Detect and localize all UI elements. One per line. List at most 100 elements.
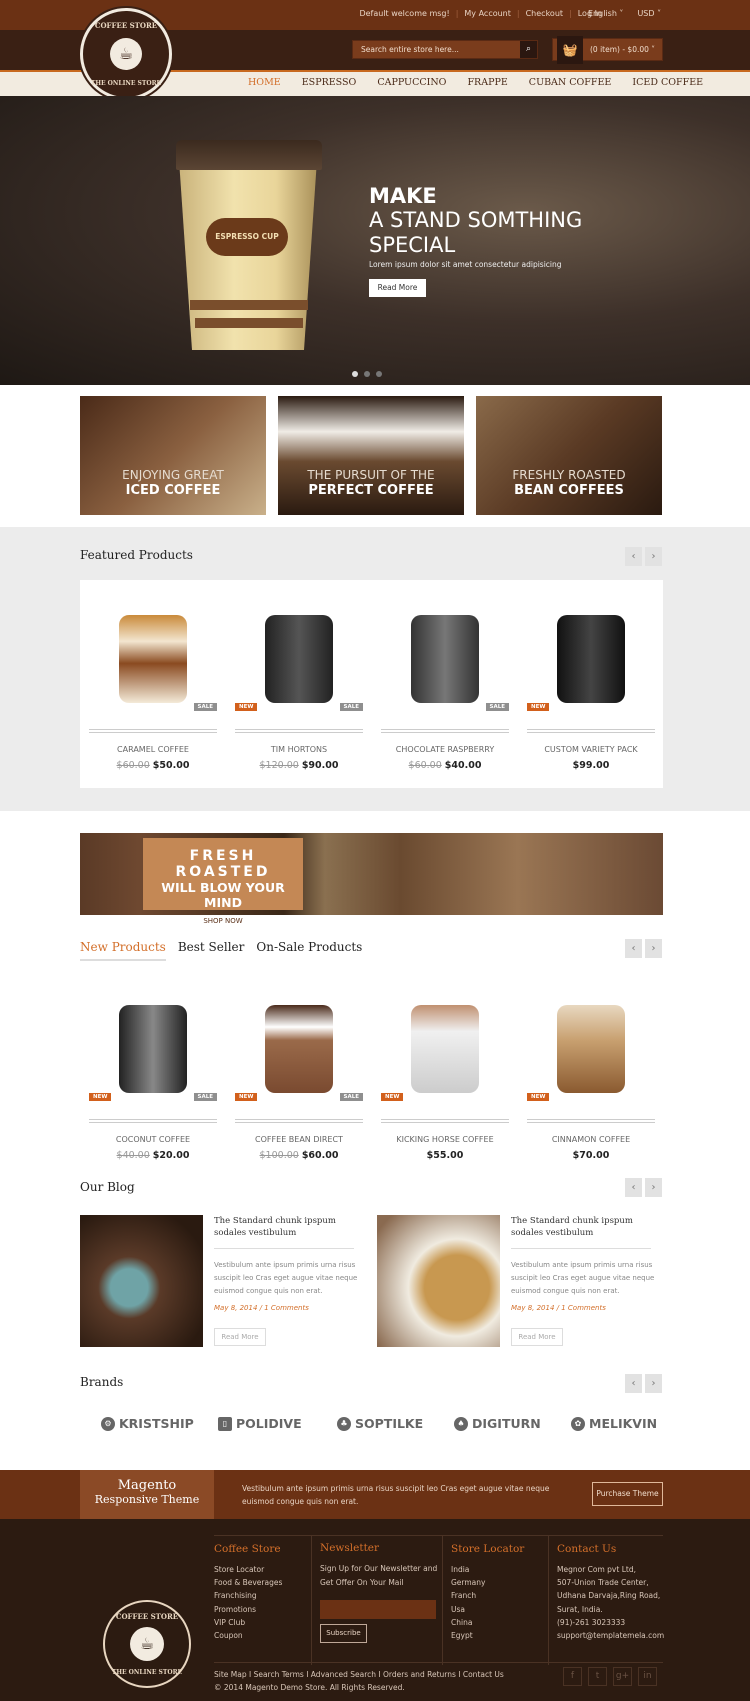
product-name[interactable]: COCONUT COFFEE <box>89 1135 217 1144</box>
prev-arrow-icon[interactable]: ‹ <box>625 1178 642 1197</box>
slide-dot[interactable] <box>352 371 358 377</box>
product-image[interactable]: SALE <box>381 595 509 715</box>
brand-kristship[interactable]: ⚙ KRISTSHIP <box>101 1416 194 1431</box>
blog-post-title[interactable]: The Standard chunk ipspum sodales vestib… <box>214 1215 354 1239</box>
promo-bean-coffees[interactable]: FRESHLY ROASTED BEAN COFFEES <box>476 396 662 515</box>
read-more-button[interactable]: Read More <box>511 1328 563 1346</box>
linkedin-icon[interactable]: in <box>638 1667 657 1686</box>
product-item[interactable]: NEW CINNAMON COFFEE $70.00 <box>527 985 655 1161</box>
footer-link[interactable]: Promotions <box>214 1603 282 1616</box>
prev-arrow-icon[interactable]: ‹ <box>625 547 642 566</box>
product-name[interactable]: TIM HORTONS <box>235 745 363 754</box>
logo-text: COFFEE STORE <box>115 1612 179 1621</box>
nav-cappuccino[interactable]: CAPPUCCINO <box>377 77 446 88</box>
subscribe-button[interactable]: Subscribe <box>320 1624 367 1643</box>
brand-melikvin[interactable]: ✿ MELIKVIN <box>571 1416 657 1431</box>
blog-date[interactable]: May 8, 2014 / 1 Comments <box>214 1304 309 1312</box>
product-item[interactable]: NEW SALE COCONUT COFFEE $40.00 $20.00 <box>89 985 217 1161</box>
currency-select[interactable]: USD ˅ <box>637 9 661 18</box>
nav-espresso[interactable]: ESPRESSO <box>302 77 357 88</box>
nav-cuban-coffee[interactable]: CUBAN COFFEE <box>529 77 612 88</box>
product-image[interactable]: NEW SALE <box>235 985 363 1105</box>
promo-perfect-coffee[interactable]: THE PURSUIT OF THE PERFECT COFFEE <box>278 396 464 515</box>
footer-link[interactable]: Store Locator <box>214 1563 282 1576</box>
blog-date[interactable]: May 8, 2014 / 1 Comments <box>511 1304 606 1312</box>
product-image[interactable]: NEW <box>527 985 655 1105</box>
prev-arrow-icon[interactable]: ‹ <box>625 939 642 958</box>
blog-image[interactable] <box>80 1215 203 1347</box>
read-more-button[interactable]: Read More <box>214 1328 266 1346</box>
footer-link[interactable]: Usa <box>451 1603 524 1616</box>
footer-link: Megnor Com pvt Ltd, <box>557 1565 636 1574</box>
slide-dot[interactable] <box>376 371 382 377</box>
new-badge: NEW <box>89 1093 112 1101</box>
promo-iced-coffee[interactable]: ENJOYING GREAT ICED COFFEE <box>80 396 266 515</box>
tab-on-sale-products[interactable]: On-Sale Products <box>256 940 362 961</box>
footer-link[interactable]: Franch <box>451 1589 524 1602</box>
language-select[interactable]: English ˅ <box>588 9 623 18</box>
facebook-icon[interactable]: f <box>563 1667 582 1686</box>
logo[interactable]: COFFEE STORE ☕ THE ONLINE STORE <box>80 8 172 100</box>
next-arrow-icon[interactable]: › <box>645 547 662 566</box>
blog-image[interactable] <box>377 1215 500 1347</box>
product-item[interactable]: SALE CHOCOLATE RASPBERRY $60.00 $40.00 <box>381 595 509 771</box>
product-item[interactable]: SALE CARAMEL COFFEE $60.00 $50.00 <box>89 595 217 771</box>
brand-name: POLIDIVE <box>236 1416 302 1431</box>
brand-polidive[interactable]: ▯ POLIDIVE <box>218 1416 302 1431</box>
divider <box>214 1248 354 1249</box>
next-arrow-icon[interactable]: › <box>645 939 662 958</box>
product-image[interactable]: SALE <box>89 595 217 715</box>
product-image[interactable]: NEW <box>527 595 655 715</box>
nav-iced-coffee[interactable]: ICED COFFEE <box>632 77 703 88</box>
checkout-link[interactable]: Checkout <box>526 9 563 18</box>
product-item[interactable]: NEW KICKING HORSE COFFEE $55.00 <box>381 985 509 1161</box>
product-item[interactable]: NEW CUSTOM VARIETY PACK $99.00 <box>527 595 655 771</box>
footer-link[interactable]: China <box>451 1616 524 1629</box>
tab-best-seller[interactable]: Best Seller <box>178 940 245 961</box>
footer-link[interactable]: Food & Beverages <box>214 1576 282 1589</box>
product-image[interactable]: NEW SALE <box>89 985 217 1105</box>
prev-arrow-icon[interactable]: ‹ <box>625 1374 642 1393</box>
twitter-icon[interactable]: t <box>588 1667 607 1686</box>
my-account-link[interactable]: My Account <box>464 9 510 18</box>
product-name[interactable]: CUSTOM VARIETY PACK <box>527 745 655 754</box>
footer-links-row[interactable]: Site Map I Search Terms I Advanced Searc… <box>214 1669 504 1682</box>
footer-link[interactable]: Franchising <box>214 1589 282 1602</box>
tab-new-products[interactable]: New Products <box>80 940 166 961</box>
leaf-icon: ♣ <box>337 1416 351 1431</box>
newsletter-email-input[interactable] <box>320 1600 436 1619</box>
cup-stripe <box>195 318 303 328</box>
blog-post-title[interactable]: The Standard chunk ipspum sodales vestib… <box>511 1215 651 1239</box>
search-icon[interactable]: ⌕ <box>520 41 537 58</box>
product-name[interactable]: KICKING HORSE COFFEE <box>381 1135 509 1144</box>
product-name[interactable]: CINNAMON COFFEE <box>527 1135 655 1144</box>
footer-link[interactable]: Germany <box>451 1576 524 1589</box>
product-name[interactable]: COFFEE BEAN DIRECT <box>235 1135 363 1144</box>
basket-icon[interactable]: 🧺 <box>557 36 583 64</box>
search-input[interactable]: Search entire store here... <box>352 40 538 59</box>
footer-link[interactable]: VIP Club <box>214 1616 282 1629</box>
brand-soptilke[interactable]: ♣ SOPTILKE <box>337 1416 423 1431</box>
footer-link[interactable]: India <box>451 1563 524 1576</box>
product-image[interactable]: NEW SALE <box>235 595 363 715</box>
product-item[interactable]: NEW SALE TIM HORTONS $120.00 $90.00 <box>235 595 363 771</box>
next-arrow-icon[interactable]: › <box>645 1374 662 1393</box>
nav-frappe[interactable]: FRAPPE <box>467 77 507 88</box>
footer-link[interactable]: Egypt <box>451 1629 524 1642</box>
brand-digiturn[interactable]: ♠ DIGITURN <box>454 1416 541 1431</box>
cart-summary[interactable]: (0 item) - $0.00 ˅ <box>590 45 655 54</box>
hero-read-more-button[interactable]: Read More <box>369 279 426 297</box>
slide-dot[interactable] <box>364 371 370 377</box>
footer-link[interactable]: Coupon <box>214 1629 282 1642</box>
product-image[interactable]: NEW <box>381 985 509 1105</box>
next-arrow-icon[interactable]: › <box>645 1178 662 1197</box>
google-plus-icon[interactable]: g+ <box>613 1667 632 1686</box>
divider <box>527 729 655 733</box>
nav-home[interactable]: HOME <box>248 77 281 88</box>
flower-icon: ✿ <box>571 1416 585 1431</box>
product-item[interactable]: NEW SALE COFFEE BEAN DIRECT $100.00 $60.00 <box>235 985 363 1161</box>
product-name[interactable]: CHOCOLATE RASPBERRY <box>381 745 509 754</box>
purchase-theme-button[interactable]: Purchase Theme <box>592 1482 663 1506</box>
product-name[interactable]: CARAMEL COFFEE <box>89 745 217 754</box>
shop-now-link[interactable]: SHOP NOW <box>143 917 303 925</box>
